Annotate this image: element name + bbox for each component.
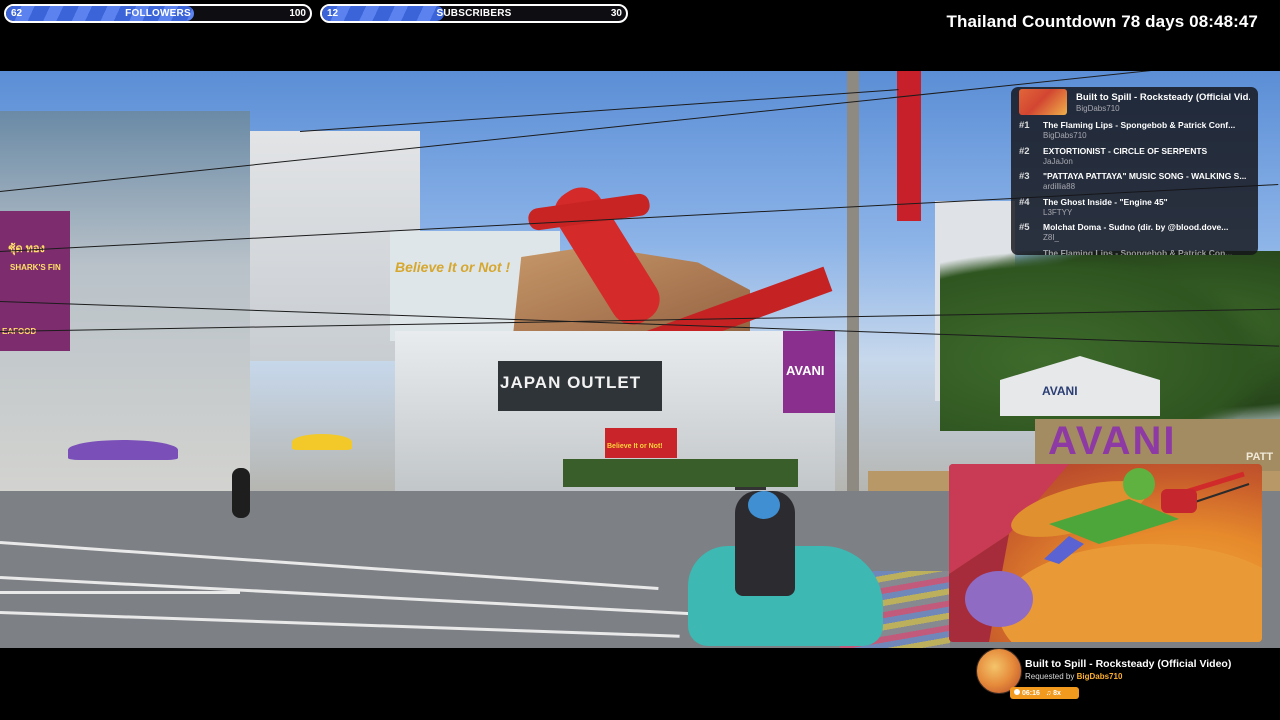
followers-target: 100: [289, 8, 306, 19]
queue-user: JaJaJon: [1043, 156, 1073, 166]
now-playing-requested: Requested by BigDabs710: [1025, 672, 1122, 681]
followers-goal-bar: 62 FOLLOWERS 100: [4, 4, 312, 23]
queue-item[interactable]: #5 Molchat Doma - Sudno (dir. by @blood.…: [1011, 219, 1258, 245]
queue-rank: [1019, 245, 1043, 248]
subscribers-goal-bar: 12 SUBSCRIBERS 30: [320, 4, 628, 23]
avani-big-sub: PATT: [1246, 451, 1274, 463]
music-note-icon: ♫: [1045, 689, 1052, 697]
ripleys-sign-text: Believe It or Not !: [395, 259, 511, 275]
play-count-text: 8x: [1053, 689, 1061, 697]
avani-tent-text: AVANI: [1042, 384, 1078, 398]
power-line: [299, 89, 899, 132]
queue-now-playing[interactable]: Built to Spill - Rocksteady (Official Vi…: [1011, 87, 1258, 117]
countdown-timer: Thailand Countdown 78 days 08:48:47: [946, 12, 1258, 31]
subscribers-label: SUBSCRIBERS: [436, 8, 512, 19]
queue-rank: #4: [1019, 196, 1030, 208]
queue-rank: #2: [1019, 145, 1030, 157]
requested-prefix: Requested by: [1025, 672, 1075, 681]
queue-title: The Flaming Lips - Spongebob & Patrick C…: [1043, 247, 1233, 256]
queue-title: The Ghost Inside - "Engine 45": [1043, 196, 1168, 207]
queue-title: "PATTAYA PATTAYA" MUSIC SONG - WALKING S…: [1043, 171, 1247, 181]
now-playing-title: Built to Spill - Rocksteady (Official Vi…: [1025, 658, 1232, 670]
queue-title: EXTORTIONIST - CIRCLE OF SERPENTS: [1043, 145, 1208, 156]
queue-item[interactable]: #3 "PATTAYA PATTAYA" MUSIC SONG - WALKIN…: [1011, 168, 1258, 194]
utility-pole: [847, 71, 859, 541]
queue-item[interactable]: #1 The Flaming Lips - Spongebob & Patric…: [1011, 117, 1258, 143]
song-thumbnail: [1019, 89, 1067, 115]
queue-item[interactable]: #2 EXTORTIONIST - CIRCLE OF SERPENTS JaJa…: [1011, 143, 1258, 169]
umbrella-yellow: [292, 434, 352, 450]
play-count-stat: ♫ 8x: [1046, 690, 1061, 697]
umbrella-left: [68, 440, 178, 460]
hedge: [563, 459, 798, 487]
duration-text: 06:16: [1022, 690, 1040, 697]
requested-by-user: BigDabs710: [1076, 672, 1123, 681]
queue-rank: #1: [1019, 120, 1030, 131]
queue-user: ardillia88: [1043, 182, 1076, 191]
queue-now-user: BigDabs710: [1076, 103, 1120, 113]
now-playing-badge: 06:16 ♫ 8x: [1010, 687, 1079, 699]
queue-user: L3FTYY: [1043, 207, 1073, 217]
queue-rank: #5: [1019, 222, 1030, 233]
sharks-fin-text: SHARK'S FIN: [10, 263, 61, 272]
subscribers-target: 30: [610, 8, 622, 19]
queue-rank: #3: [1019, 171, 1030, 182]
pedestrian: [232, 468, 250, 518]
avani-big-sign: AVANI: [1048, 419, 1177, 463]
followers-label: FOLLOWERS: [125, 8, 191, 19]
rider-helmet: [748, 491, 780, 519]
japan-outlet-sign: JAPAN OUTLET: [500, 373, 642, 392]
believe-small-sign: Believe It or Not!: [607, 443, 663, 450]
queue-item[interactable]: #4 The Ghost Inside - "Engine 45" L3FTYY: [1011, 194, 1258, 220]
duration-stat: 06:16: [1014, 689, 1040, 697]
clock-icon: [1014, 689, 1020, 695]
queue-title: Molchat Doma - Sudno (dir. by @blood.dov…: [1043, 222, 1229, 232]
cartoon-frame: [949, 464, 1262, 642]
queue-now-title: Built to Spill - Rocksteady (Official Vi…: [1076, 91, 1250, 103]
lane-marking: [0, 591, 240, 594]
queue-item[interactable]: The Flaming Lips - Spongebob & Patrick C…: [1011, 245, 1258, 256]
song-queue-panel: Built to Spill - Rocksteady (Official Vi…: [1011, 87, 1258, 255]
music-video-player[interactable]: [949, 464, 1262, 642]
avani-tower-text: AVANI: [786, 363, 825, 378]
queue-user: BigDabs710: [1043, 131, 1087, 140]
queue-user: Z8I_: [1043, 233, 1060, 242]
queue-title: The Flaming Lips - Spongebob & Patrick C…: [1043, 120, 1236, 130]
